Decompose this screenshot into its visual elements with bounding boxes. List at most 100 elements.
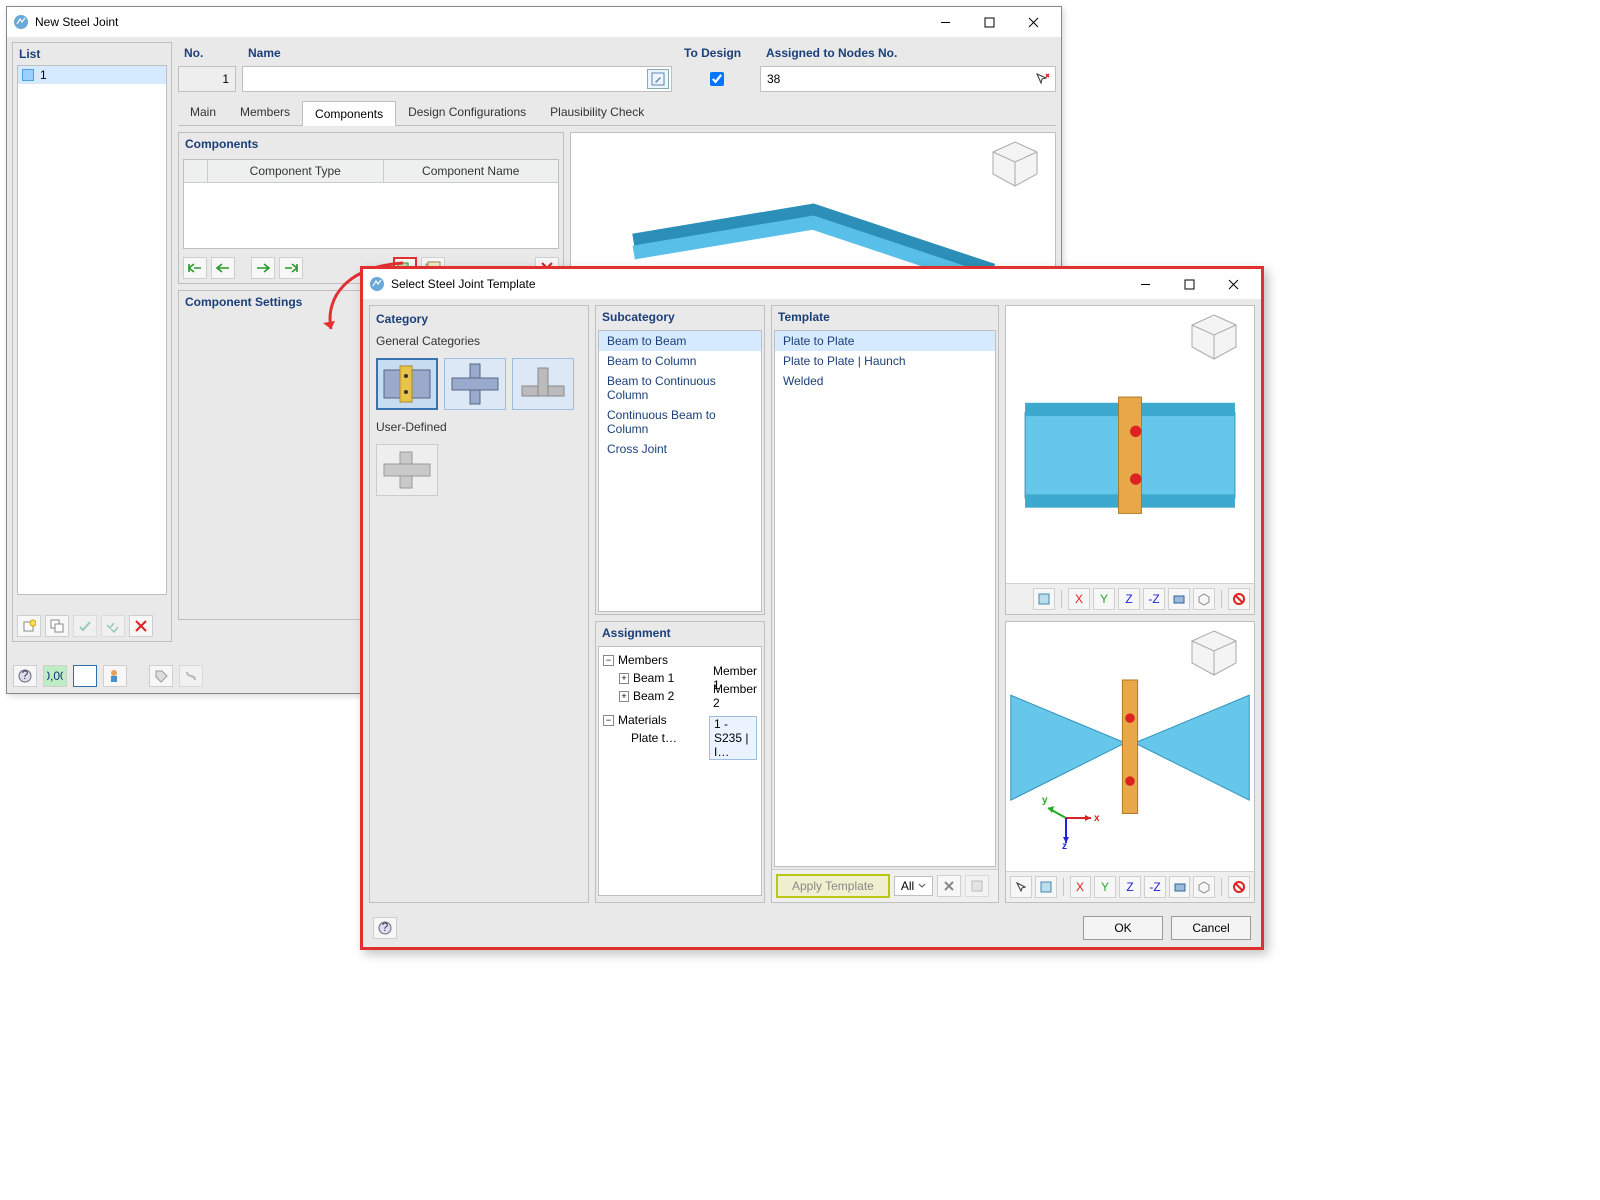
maximize-button[interactable] [967, 8, 1011, 36]
axis--z-button[interactable]: -Z [1144, 876, 1166, 898]
ok-button[interactable]: OK [1083, 916, 1163, 940]
members-node[interactable]: Members [618, 653, 668, 667]
axis-x-button[interactable]: X [1068, 588, 1090, 610]
subcategory-item[interactable]: Cross Joint [599, 439, 761, 459]
render-mode-button[interactable] [1168, 588, 1190, 610]
axis-z-label: z [1062, 841, 1067, 852]
chevron-down-icon [918, 882, 926, 890]
axis--z-button[interactable]: -Z [1143, 588, 1165, 610]
view-iso-button[interactable] [1035, 876, 1057, 898]
navcube-icon[interactable] [1186, 628, 1242, 678]
check-button[interactable] [73, 615, 97, 637]
list-item[interactable]: 1 [18, 66, 166, 84]
save-template-button[interactable] [965, 875, 989, 897]
copy-button[interactable] [45, 615, 69, 637]
pick-nodes-button[interactable] [1031, 69, 1053, 89]
axis-x-button[interactable]: X [1070, 876, 1092, 898]
subcategory-list[interactable]: Beam to Beam Beam to Column Beam to Cont… [598, 330, 762, 612]
tab-plausibility-check[interactable]: Plausibility Check [538, 100, 656, 125]
subcategory-item[interactable]: Continuous Beam to Column [599, 405, 761, 439]
dialog-close-button[interactable] [1211, 270, 1255, 298]
close-button[interactable] [1011, 8, 1055, 36]
nodes-label: Assigned to Nodes No. [760, 42, 1056, 64]
move-first-button[interactable] [183, 257, 207, 279]
dialog-maximize-button[interactable] [1167, 270, 1211, 298]
subcategory-item[interactable]: Beam to Column [599, 351, 761, 371]
render-mode-button[interactable] [1169, 876, 1191, 898]
cancel-button[interactable]: Cancel [1171, 916, 1251, 940]
list-box[interactable]: 1 [17, 65, 167, 595]
template-item[interactable]: Plate to Plate [775, 331, 995, 351]
svg-text:Y: Y [1100, 592, 1108, 606]
template-list[interactable]: Plate to Plate Plate to Plate | Haunch W… [774, 330, 996, 867]
check-all-button[interactable] [101, 615, 125, 637]
tab-members[interactable]: Members [228, 100, 302, 125]
member-row-a[interactable]: Beam 2 [633, 689, 707, 703]
axis-z-button[interactable]: Z [1119, 876, 1141, 898]
assignment-tree[interactable]: −Members +Beam 1Member 1 +Beam 2Member 2… [598, 646, 762, 896]
category-thumb-3[interactable] [512, 358, 574, 410]
navcube-icon[interactable] [1186, 312, 1242, 362]
wireframe-button[interactable] [1193, 876, 1215, 898]
dialog-minimize-button[interactable] [1123, 270, 1167, 298]
materials-node[interactable]: Materials [618, 713, 667, 727]
move-right-button[interactable] [251, 257, 275, 279]
app-icon [13, 14, 29, 30]
category-thumb-1[interactable] [376, 358, 438, 410]
template-item[interactable]: Plate to Plate | Haunch [775, 351, 995, 371]
template-item[interactable]: Welded [775, 371, 995, 391]
preview-bottom[interactable]: x y z X Y Z -Z [1005, 621, 1255, 903]
wireframe-button[interactable] [1193, 588, 1215, 610]
subcategory-panel: Subcategory Beam to Beam Beam to Column … [595, 305, 765, 615]
member-row-a[interactable]: Beam 1 [633, 671, 707, 685]
axis-z-button[interactable]: Z [1118, 588, 1140, 610]
tag-button[interactable] [149, 665, 173, 687]
dialog-help-button[interactable]: ? [373, 917, 397, 939]
collapse-icon[interactable]: − [603, 655, 614, 666]
tab-main[interactable]: Main [178, 100, 228, 125]
move-left-button[interactable] [211, 257, 235, 279]
view-button[interactable] [73, 665, 97, 687]
nodes-input[interactable]: 38 [760, 66, 1056, 92]
collapse-icon[interactable]: − [603, 715, 614, 726]
cursor-mode-button[interactable] [1010, 876, 1032, 898]
clear-filter-button[interactable] [937, 875, 961, 897]
expand-icon[interactable]: + [619, 673, 629, 684]
category-thumb-user[interactable] [376, 444, 438, 496]
minimize-button[interactable] [923, 8, 967, 36]
view-iso-button[interactable] [1033, 588, 1055, 610]
material-row-a[interactable]: Plate t… [631, 731, 705, 745]
axis-x-label: x [1094, 813, 1100, 824]
material-row-b[interactable]: 1 - S235 | I… [709, 716, 757, 760]
tab-components[interactable]: Components [302, 101, 396, 126]
tab-design-configurations[interactable]: Design Configurations [396, 100, 538, 125]
units-button[interactable]: 0,00 [43, 665, 67, 687]
delete-button[interactable] [129, 615, 153, 637]
axis-y-button[interactable]: Y [1094, 876, 1116, 898]
filter-dropdown[interactable]: All [894, 876, 933, 896]
reset-view-button[interactable] [1228, 876, 1250, 898]
member-row-b[interactable]: Member 2 [711, 682, 757, 710]
category-thumb-2[interactable] [444, 358, 506, 410]
svg-text:Z: Z [1125, 592, 1132, 606]
subcategory-item[interactable]: Beam to Beam [599, 331, 761, 351]
reset-view-button[interactable] [1228, 588, 1250, 610]
apply-template-button[interactable]: Apply Template [776, 874, 890, 898]
expand-icon[interactable]: + [619, 691, 629, 702]
name-input[interactable] [242, 66, 672, 92]
script-button[interactable] [179, 665, 203, 687]
person-button[interactable] [103, 665, 127, 687]
new-button[interactable] [17, 615, 41, 637]
axis-y-button[interactable]: Y [1093, 588, 1115, 610]
move-last-button[interactable] [279, 257, 303, 279]
help-button[interactable]: ? [13, 665, 37, 687]
subcategory-item[interactable]: Beam to Continuous Column [599, 371, 761, 405]
components-table[interactable]: Component Type Component Name [183, 159, 559, 249]
cursor-icon [1034, 71, 1050, 87]
preview-top[interactable]: X Y Z -Z [1005, 305, 1255, 615]
todesign-checkbox[interactable] [678, 66, 754, 92]
general-categories-label: General Categories [376, 334, 582, 348]
rename-button[interactable] [647, 69, 669, 89]
template-header: Template [772, 306, 998, 328]
main-title: New Steel Joint [35, 15, 923, 29]
